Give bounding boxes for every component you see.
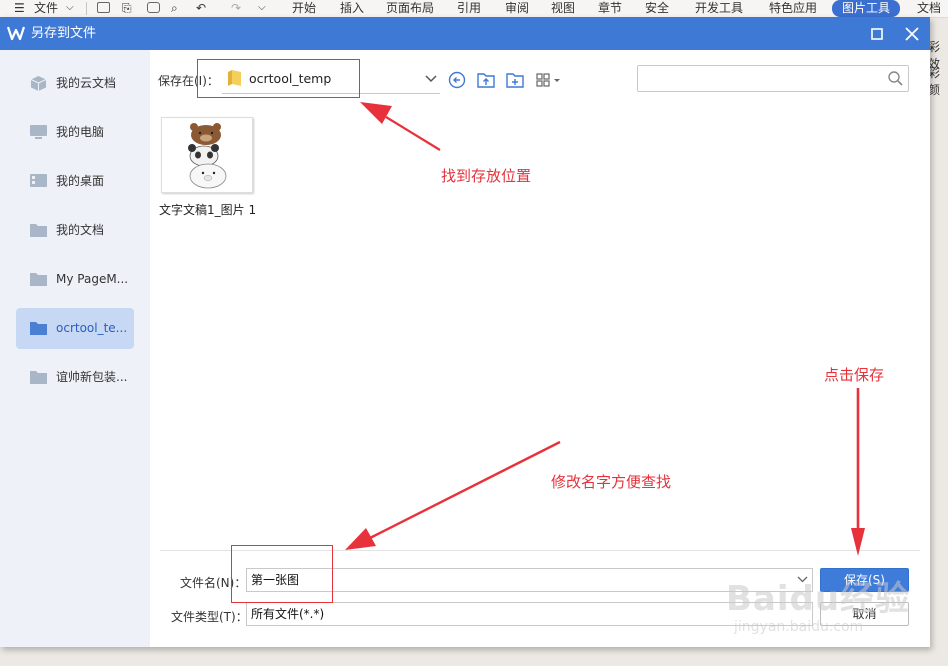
app-toolbar: ☰ 文件 ⌵ ⎘ ⌕ ↶ ↷ ⌵ 开始 插入 页面布局 引用 审阅 视图 章节 … <box>0 0 948 18</box>
tab-view[interactable]: 视图 <box>551 0 575 17</box>
sidebar-item-label: 我的电脑 <box>56 125 105 139</box>
sidebar-item-label: 我的桌面 <box>56 174 105 188</box>
sidebar-item-label: My PageM... <box>56 272 129 286</box>
print-preview-icon[interactable]: ⌕ <box>171 0 178 17</box>
tab-developer[interactable]: 开发工具 <box>695 0 743 17</box>
monitor-icon <box>30 125 47 139</box>
sidebar-item-my-computer[interactable]: 我的电脑 <box>16 112 134 153</box>
tab-features[interactable]: 特色应用 <box>769 0 817 17</box>
hamburger-icon[interactable]: ☰ <box>14 0 25 17</box>
annotation-find-location: 找到存放位置 <box>441 167 532 185</box>
folder-icon <box>30 224 47 237</box>
more-icon[interactable]: ⌵ <box>258 0 266 17</box>
undo-icon[interactable]: ↶ <box>196 0 206 17</box>
filetype-label: 文件类型(T)： <box>171 610 248 624</box>
save-icon[interactable] <box>97 2 110 13</box>
location-sidebar: 我的云文档 我的电脑 我的桌面 我的文档 My PageM... ocrtool… <box>0 50 150 647</box>
tab-doc[interactable]: 文档 <box>917 0 941 17</box>
tab-page-layout[interactable]: 页面布局 <box>386 0 434 17</box>
tab-security[interactable]: 安全 <box>645 0 669 17</box>
annotation-box-filename <box>231 545 333 603</box>
view-mode-icon[interactable] <box>535 71 563 89</box>
redo-icon[interactable]: ↷ <box>231 0 241 17</box>
folder-icon <box>30 273 47 286</box>
watermark-brand: Baidu经验 <box>726 579 911 619</box>
tab-chapter[interactable]: 章节 <box>598 0 622 17</box>
sidebar-item-ocrtool-temp[interactable]: ocrtool_te... <box>16 308 134 349</box>
new-folder-icon[interactable] <box>506 71 524 89</box>
dialog-title: 另存到文件 <box>31 26 97 41</box>
print-icon[interactable] <box>147 2 160 13</box>
file-item[interactable]: 文字文稿1_图片 1 <box>158 116 262 220</box>
tab-review[interactable]: 审阅 <box>505 0 529 17</box>
back-icon[interactable] <box>448 71 466 89</box>
wps-logo-icon <box>7 26 25 41</box>
baidu-watermark: Baidu经验 jingyan.baidu.com <box>726 571 926 651</box>
close-icon[interactable] <box>901 23 923 45</box>
chevron-down-icon[interactable]: ⌵ <box>66 0 74 17</box>
chevron-down-icon[interactable] <box>425 73 437 85</box>
background-text: 彩颜 <box>928 66 941 97</box>
cloud-cube-icon <box>30 76 47 91</box>
tab-insert[interactable]: 插入 <box>340 0 364 17</box>
file-menu[interactable]: 文件 <box>34 0 58 17</box>
tab-home[interactable]: 开始 <box>292 0 316 17</box>
annotation-click-save: 点击保存 <box>824 366 885 384</box>
search-input[interactable] <box>637 65 909 92</box>
desktop-icon <box>30 174 47 187</box>
maximize-icon[interactable] <box>866 23 888 45</box>
sidebar-item-label: 我的文档 <box>56 223 105 237</box>
sidebar-item-mypagem[interactable]: My PageM... <box>16 259 134 300</box>
sidebar-item-label: 我的云文档 <box>56 76 117 90</box>
tab-picture-tools[interactable]: 图片工具 <box>832 0 901 17</box>
annotation-box-location <box>197 59 360 98</box>
folder-icon <box>30 371 47 384</box>
sidebar-item-label: 谊帅新包装... <box>56 370 128 384</box>
sidebar-item-my-documents[interactable]: 我的文档 <box>16 210 134 251</box>
sidebar-item-cloud-docs[interactable]: 我的云文档 <box>16 63 134 104</box>
sidebar-item-label: ocrtool_te... <box>56 321 128 335</box>
folder-icon <box>30 322 47 335</box>
file-thumbnail <box>161 117 253 193</box>
tab-references[interactable]: 引用 <box>457 0 481 17</box>
watermark-url: jingyan.baidu.com <box>734 619 864 635</box>
sidebar-item-packaging[interactable]: 谊帅新包装... <box>16 357 134 398</box>
search-icon <box>888 71 903 86</box>
dialog-titlebar[interactable]: 另存到文件 <box>0 17 930 50</box>
annotation-rename: 修改名字方便查找 <box>551 473 672 491</box>
up-folder-icon[interactable] <box>477 71 495 89</box>
file-name: 文字文稿1_图片 1 <box>159 203 257 217</box>
sidebar-item-desktop[interactable]: 我的桌面 <box>16 161 134 202</box>
export-icon[interactable]: ⎘ <box>122 0 132 17</box>
filetype-value: 所有文件(*.*) <box>251 607 325 621</box>
save-as-dialog: 另存到文件 我的云文档 我的电脑 我的桌面 我的文档 My PageM... o… <box>0 17 930 647</box>
